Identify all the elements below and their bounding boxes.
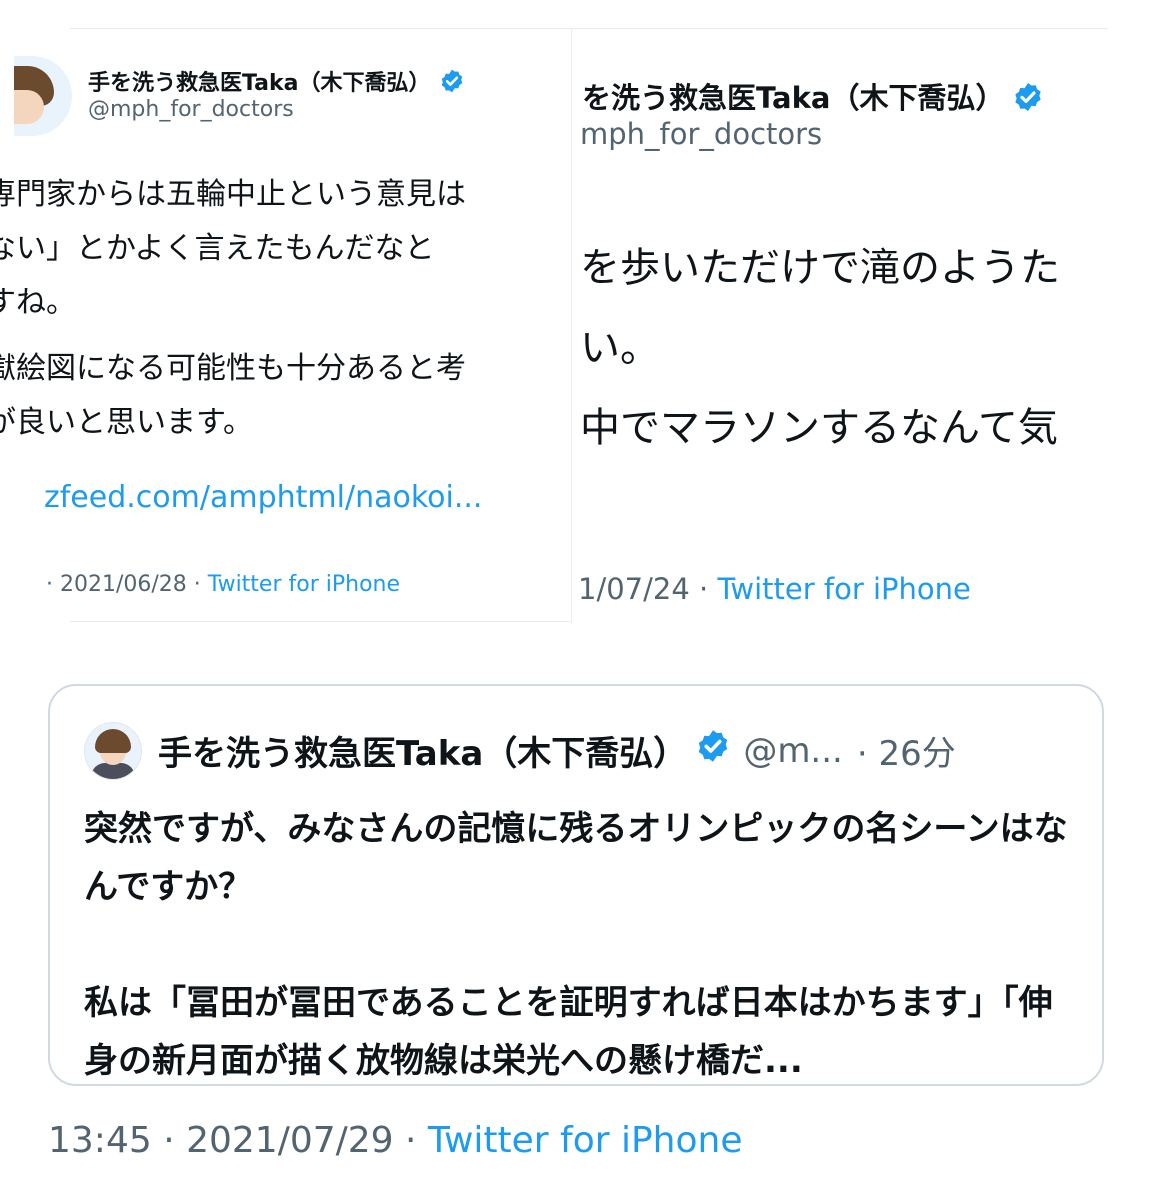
avatar[interactable] xyxy=(84,722,142,780)
verified-badge-icon xyxy=(1012,81,1044,120)
quote-header: 手を洗う救急医Taka（木下喬弘） @m... · 26分 xyxy=(158,726,956,775)
author-name-text: を洗う救急医Taka（木下喬弘） xyxy=(582,81,1005,115)
divider xyxy=(560,28,1108,29)
tweet-time[interactable]: 13:45 xyxy=(48,1120,152,1161)
meta-separator: · xyxy=(186,572,208,597)
quote-tweet-card[interactable]: 手を洗う救急医Taka（木下喬弘） @m... · 26分 突然ですが、みなさん… xyxy=(48,684,1104,1086)
verified-badge-icon xyxy=(439,68,465,100)
tweet-body: 専門家からは五輪中止という意見は ない」とかよく言えたもんだなと すね。 獄絵図… xyxy=(0,168,572,450)
avatar-hair xyxy=(95,729,131,753)
tweet-body-line: ない」とかよく言えたもんだなと xyxy=(0,231,435,266)
author-handle[interactable]: @mph_for_doctors xyxy=(88,97,294,122)
tweet-body-line: すね。 xyxy=(0,285,76,320)
tweet-source[interactable]: Twitter for iPhone xyxy=(428,1120,743,1161)
tweet-body-line: 専門家からは五輪中止という意見は xyxy=(0,177,466,212)
author-name[interactable]: を洗う救急医Taka（木下喬弘） xyxy=(582,75,1044,120)
tweet-date[interactable]: · 2021/07/29 · xyxy=(163,1120,416,1161)
tweet-date[interactable]: · 2021/06/28 xyxy=(46,572,187,597)
divider xyxy=(70,28,572,29)
tweet-link[interactable]: zfeed.com/amphtml/naokoi... xyxy=(44,480,482,515)
tweet-time[interactable]: · 26分 xyxy=(857,726,956,775)
tweet-meta: · 2021/06/28 · Twitter for iPhone xyxy=(46,572,400,597)
avatar[interactable] xyxy=(14,56,72,136)
tweet-body-line: が良いと思います。 xyxy=(0,405,253,440)
tweet-body-line: 獄絵図になる可能性も十分あると考 xyxy=(0,351,466,386)
tweet-date[interactable]: 1/07/24 xyxy=(578,572,690,606)
author-handle[interactable]: mph_for_doctors xyxy=(580,117,822,151)
tweet-body-line: 中でマラソンするなんて気 xyxy=(580,405,1058,451)
divider xyxy=(70,621,572,622)
tweet-body-line: い。 xyxy=(580,325,660,371)
verified-badge-icon xyxy=(695,728,731,773)
quote-paragraph: 私は「冨田が冨田であることを証明すれば日本はかちます」「伸身の新月面が描く放物線… xyxy=(84,983,1053,1081)
tweet-screenshot-left: 手を洗う救急医Taka（木下喬弘） @mph_for_doctors 専門家から… xyxy=(0,28,572,623)
author-name-text: 手を洗う救急医Taka（木下喬弘） xyxy=(88,71,431,96)
tweet-meta: 1/07/24 · Twitter for iPhone xyxy=(578,572,971,606)
tweet-meta: 13:45 · 2021/07/29 · Twitter for iPhone xyxy=(48,1120,742,1161)
tweet-source[interactable]: Twitter for iPhone xyxy=(208,572,400,597)
tweet-source[interactable]: Twitter for iPhone xyxy=(717,572,970,606)
author-name[interactable]: 手を洗う救急医Taka（木下喬弘） xyxy=(88,65,465,100)
meta-separator: · xyxy=(689,572,718,606)
tweet-screenshot-right: を洗う救急医Taka（木下喬弘） mph_for_doctors を歩いただけで… xyxy=(560,28,1108,628)
author-name[interactable]: 手を洗う救急医Taka（木下喬弘） xyxy=(158,726,687,775)
avatar-suit xyxy=(91,763,135,779)
tweet-body-line: を歩いただけで滝のようた xyxy=(580,245,1060,291)
quote-paragraph: 突然ですが、みなさんの記憶に残るオリンピックの名シーンはなんですか？ xyxy=(84,809,1068,907)
tweet-body: を歩いただけで滝のようた い。 中でマラソンするなんて気 xyxy=(580,228,1060,468)
avatar-face xyxy=(14,90,44,124)
quote-body: 突然ですが、みなさんの記憶に残るオリンピックの名シーンはなんですか？ 私は「冨田… xyxy=(84,800,1074,1090)
author-handle[interactable]: @m... xyxy=(743,731,843,771)
